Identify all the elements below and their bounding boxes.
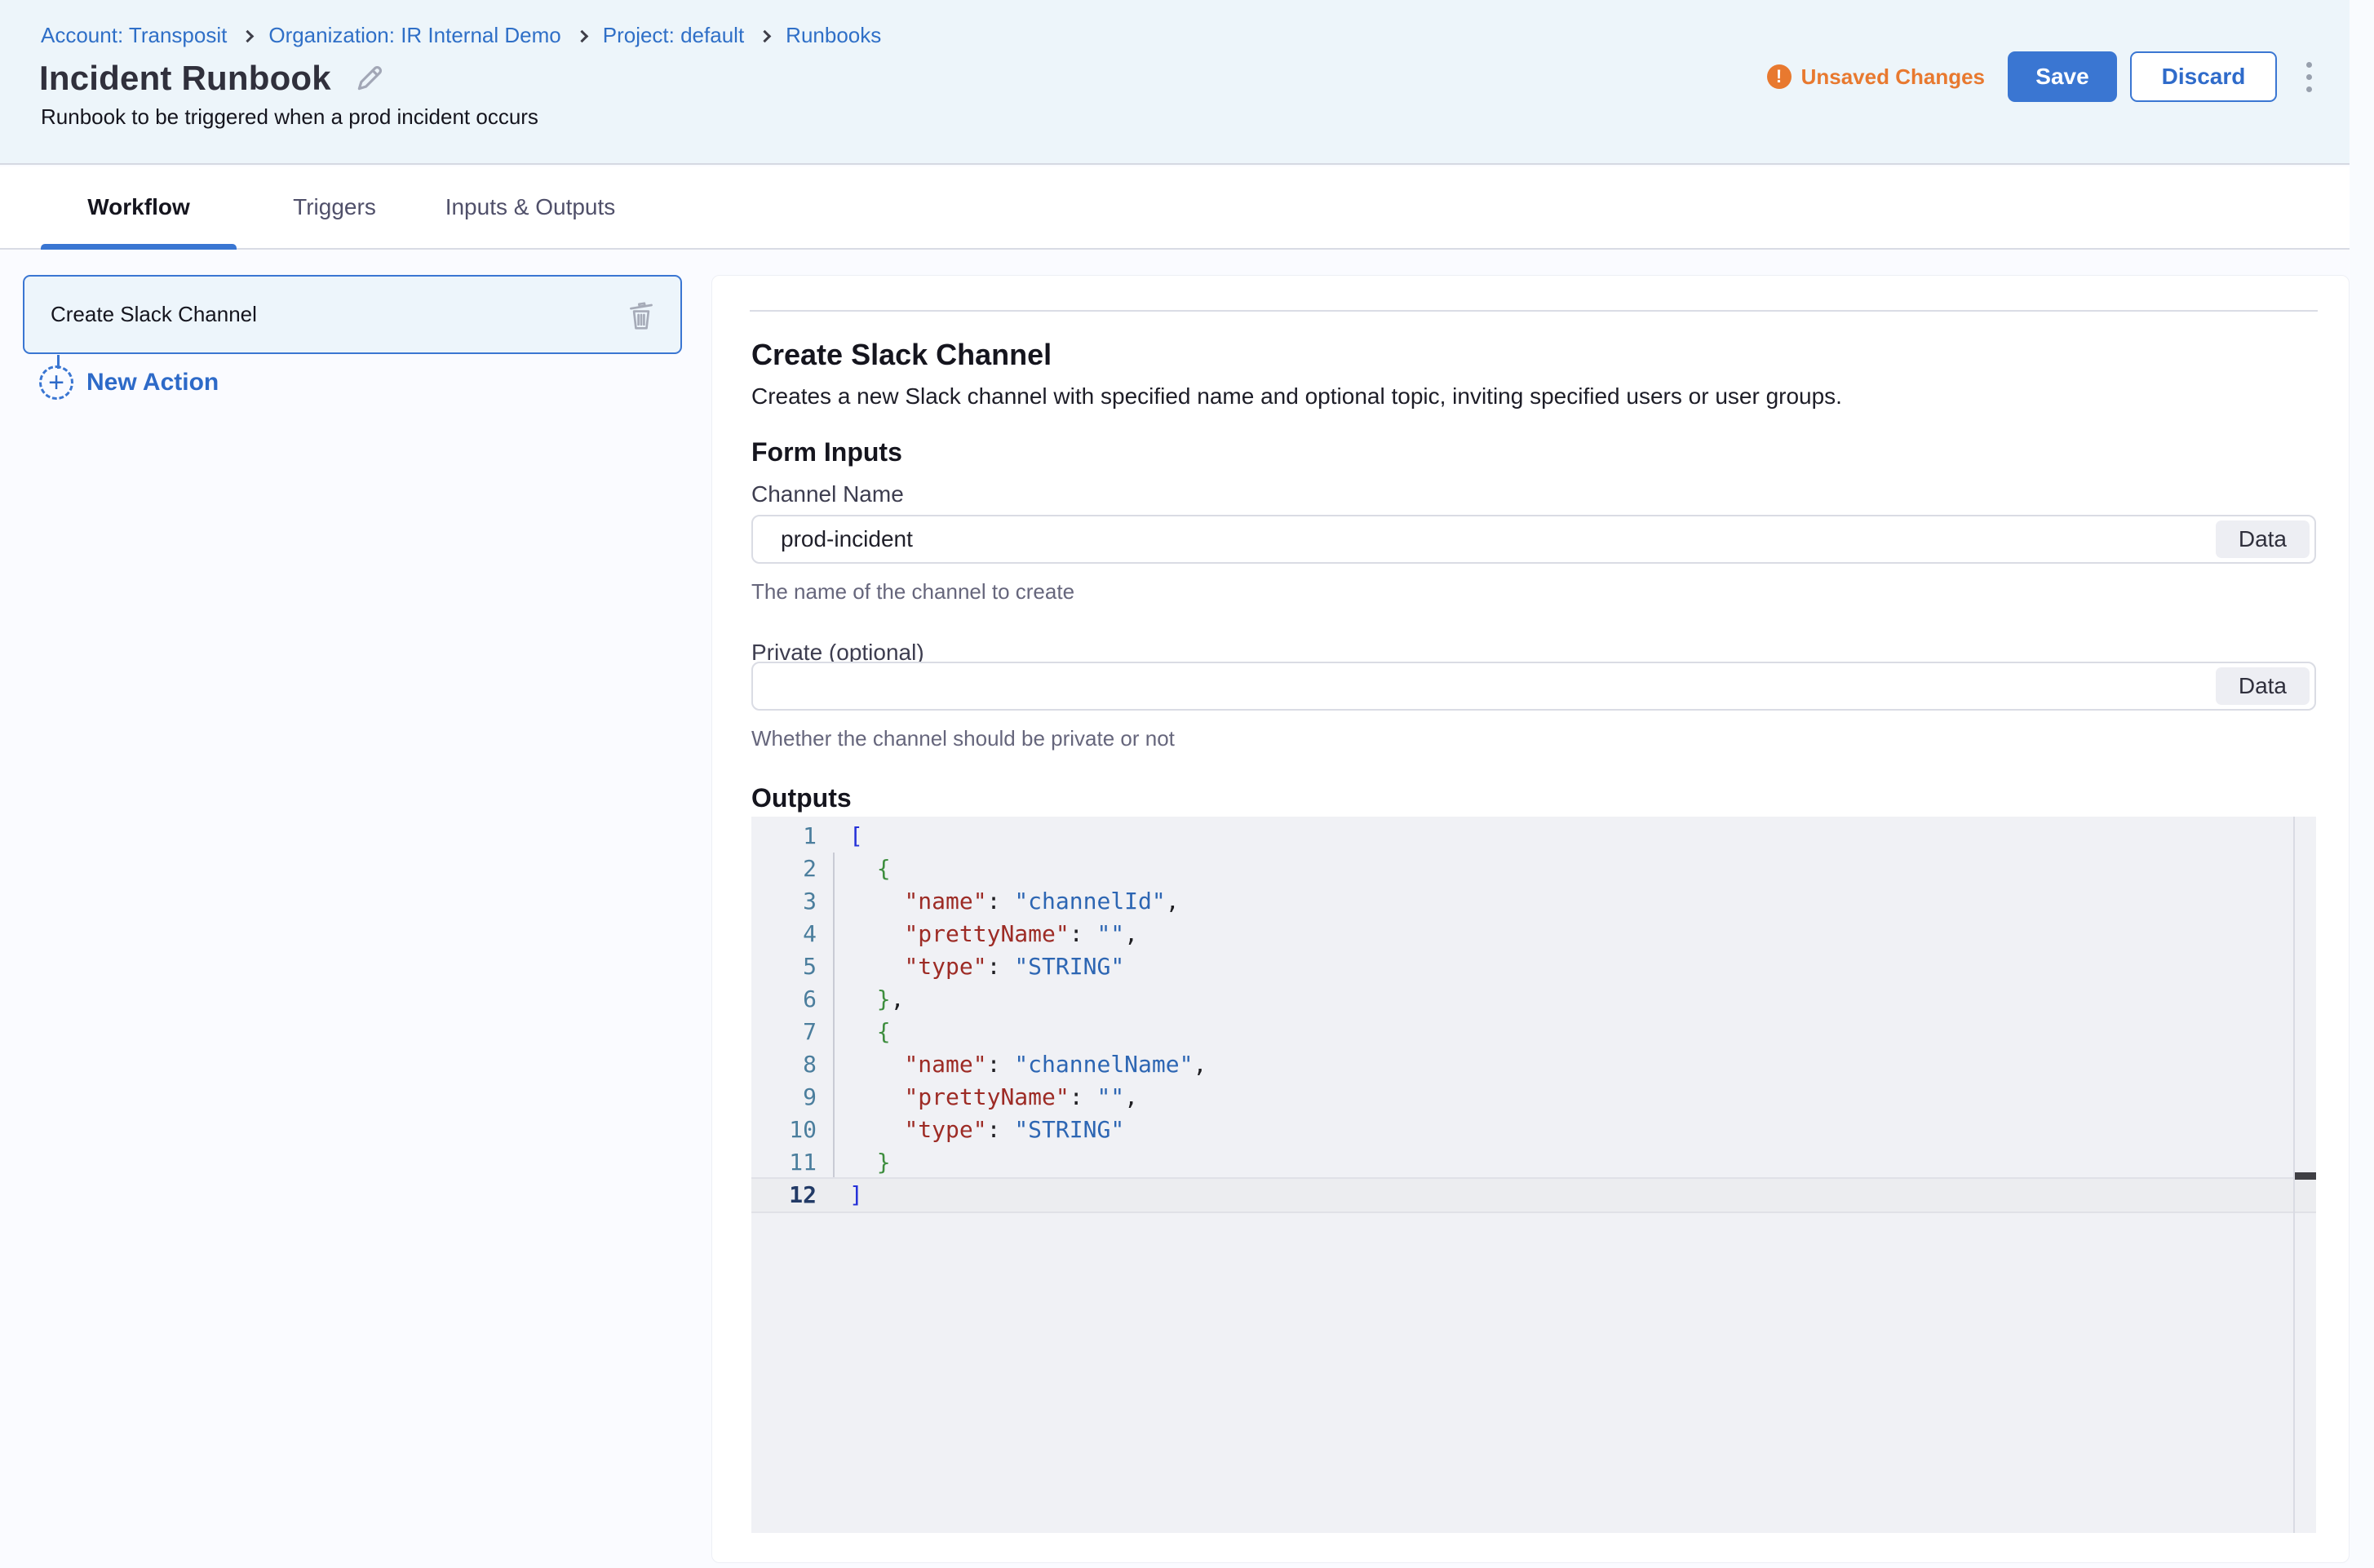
line-number: 6 — [751, 983, 817, 1016]
tab-triggers-label: Triggers — [293, 194, 376, 219]
tab-inputs-outputs-label: Inputs & Outputs — [445, 194, 616, 219]
channel-name-label: Channel Name — [751, 481, 904, 507]
code-line-12: 12] — [751, 1179, 2316, 1211]
private-helper: Whether the channel should be private or… — [751, 726, 1175, 751]
edit-title-button[interactable] — [354, 63, 385, 94]
form-inputs-heading: Form Inputs — [751, 437, 902, 467]
tab-triggers[interactable]: Triggers — [237, 166, 432, 248]
code-text: "name": "channelId", — [849, 885, 1180, 918]
tab-workflow[interactable]: Workflow — [41, 166, 237, 248]
code-text: "type": "STRING" — [849, 1114, 1124, 1146]
line-number: 12 — [751, 1179, 817, 1211]
detail-divider — [750, 310, 2318, 312]
line-number: 10 — [751, 1114, 817, 1146]
tab-inputs-outputs[interactable]: Inputs & Outputs — [432, 166, 628, 248]
line-number: 7 — [751, 1016, 817, 1048]
tab-bar: Workflow Triggers Inputs & Outputs — [0, 166, 2374, 250]
code-lines: 1[2 {3 "name": "channelId",4 "prettyName… — [751, 820, 2316, 1211]
channel-name-field: Data — [751, 515, 2316, 564]
private-field: Data — [751, 662, 2316, 711]
code-text: "prettyName": "", — [849, 918, 1138, 950]
action-description: Creates a new Slack channel with specifi… — [751, 383, 1842, 410]
breadcrumb-organization[interactable]: Organization: IR Internal Demo — [268, 23, 560, 48]
plus-circle-icon: + — [39, 365, 73, 400]
code-text: ] — [849, 1179, 863, 1211]
line-number: 4 — [751, 918, 817, 950]
chevron-right-icon — [575, 29, 588, 42]
code-line-9: 9 "prettyName": "", — [751, 1081, 2316, 1114]
kebab-dot — [2306, 62, 2312, 68]
action-detail-panel: Create Slack Channel Creates a new Slack… — [711, 275, 2350, 1563]
breadcrumb-runbooks[interactable]: Runbooks — [786, 23, 881, 48]
code-text: } — [849, 1146, 891, 1179]
breadcrumb: Account: Transposit Organization: IR Int… — [41, 23, 881, 48]
action-card-title: Create Slack Channel — [51, 302, 627, 327]
kebab-dot — [2306, 86, 2312, 92]
new-action-button[interactable]: + New Action — [39, 365, 219, 400]
code-text: }, — [849, 983, 904, 1016]
line-number: 2 — [751, 853, 817, 885]
unsaved-changes-badge: ! Unsaved Changes — [1767, 64, 1985, 90]
code-text: { — [849, 1016, 891, 1048]
page-scrollbar-track[interactable] — [2350, 0, 2374, 1568]
app-root: Account: Transposit Organization: IR Int… — [0, 0, 2374, 1568]
channel-name-helper: The name of the channel to create — [751, 579, 1074, 605]
kebab-dot — [2306, 74, 2312, 80]
line-number: 3 — [751, 885, 817, 918]
save-button[interactable]: Save — [2008, 51, 2117, 102]
code-line-4: 4 "prettyName": "", — [751, 918, 2316, 950]
new-action-label: New Action — [86, 369, 219, 396]
trash-icon — [627, 299, 656, 331]
line-number: 8 — [751, 1048, 817, 1081]
code-text: "name": "channelName", — [849, 1048, 1207, 1081]
code-text: { — [849, 853, 891, 885]
code-line-2: 2 { — [751, 853, 2316, 885]
line-number: 5 — [751, 950, 817, 983]
code-line-6: 6 }, — [751, 983, 2316, 1016]
unsaved-changes-label: Unsaved Changes — [1801, 64, 1985, 90]
line-number: 1 — [751, 820, 817, 853]
channel-name-data-button[interactable]: Data — [2216, 520, 2310, 558]
page-header: Account: Transposit Organization: IR Int… — [0, 0, 2374, 165]
code-line-11: 11 } — [751, 1146, 2316, 1179]
code-line-7: 7 { — [751, 1016, 2316, 1048]
chevron-right-icon — [241, 29, 255, 42]
active-tab-underline — [41, 244, 237, 250]
tab-workflow-label: Workflow — [87, 194, 189, 219]
code-line-8: 8 "name": "channelName", — [751, 1048, 2316, 1081]
header-actions: ! Unsaved Changes Save Discard — [1767, 51, 2317, 103]
chevron-right-icon — [759, 29, 772, 42]
code-line-10: 10 "type": "STRING" — [751, 1114, 2316, 1146]
code-text: "type": "STRING" — [849, 950, 1124, 983]
code-line-1: 1[ — [751, 820, 2316, 853]
alert-circle-icon: ! — [1767, 64, 1792, 89]
action-card-create-slack-channel[interactable]: Create Slack Channel — [23, 275, 682, 354]
line-number: 9 — [751, 1081, 817, 1114]
outputs-heading: Outputs — [751, 783, 852, 813]
private-data-button[interactable]: Data — [2216, 667, 2310, 705]
pencil-icon — [354, 63, 385, 94]
code-line-3: 3 "name": "channelId", — [751, 885, 2316, 918]
private-input[interactable] — [751, 662, 2316, 711]
page-title: Incident Runbook — [39, 59, 331, 98]
code-line-5: 5 "type": "STRING" — [751, 950, 2316, 983]
code-text: [ — [849, 820, 863, 853]
line-number: 11 — [751, 1146, 817, 1179]
page-subtitle: Runbook to be triggered when a prod inci… — [41, 104, 538, 130]
action-heading: Create Slack Channel — [751, 338, 1052, 372]
more-options-button[interactable] — [2301, 57, 2317, 97]
editor-scrollbar-cursor-marker — [2295, 1172, 2316, 1180]
delete-action-button[interactable] — [627, 299, 656, 331]
discard-button[interactable]: Discard — [2130, 51, 2277, 102]
breadcrumb-project[interactable]: Project: default — [603, 23, 744, 48]
code-text: "prettyName": "", — [849, 1081, 1138, 1114]
outputs-code-editor[interactable]: 1[2 {3 "name": "channelId",4 "prettyName… — [751, 817, 2316, 1533]
channel-name-input[interactable] — [751, 515, 2316, 564]
breadcrumb-account[interactable]: Account: Transposit — [41, 23, 227, 48]
